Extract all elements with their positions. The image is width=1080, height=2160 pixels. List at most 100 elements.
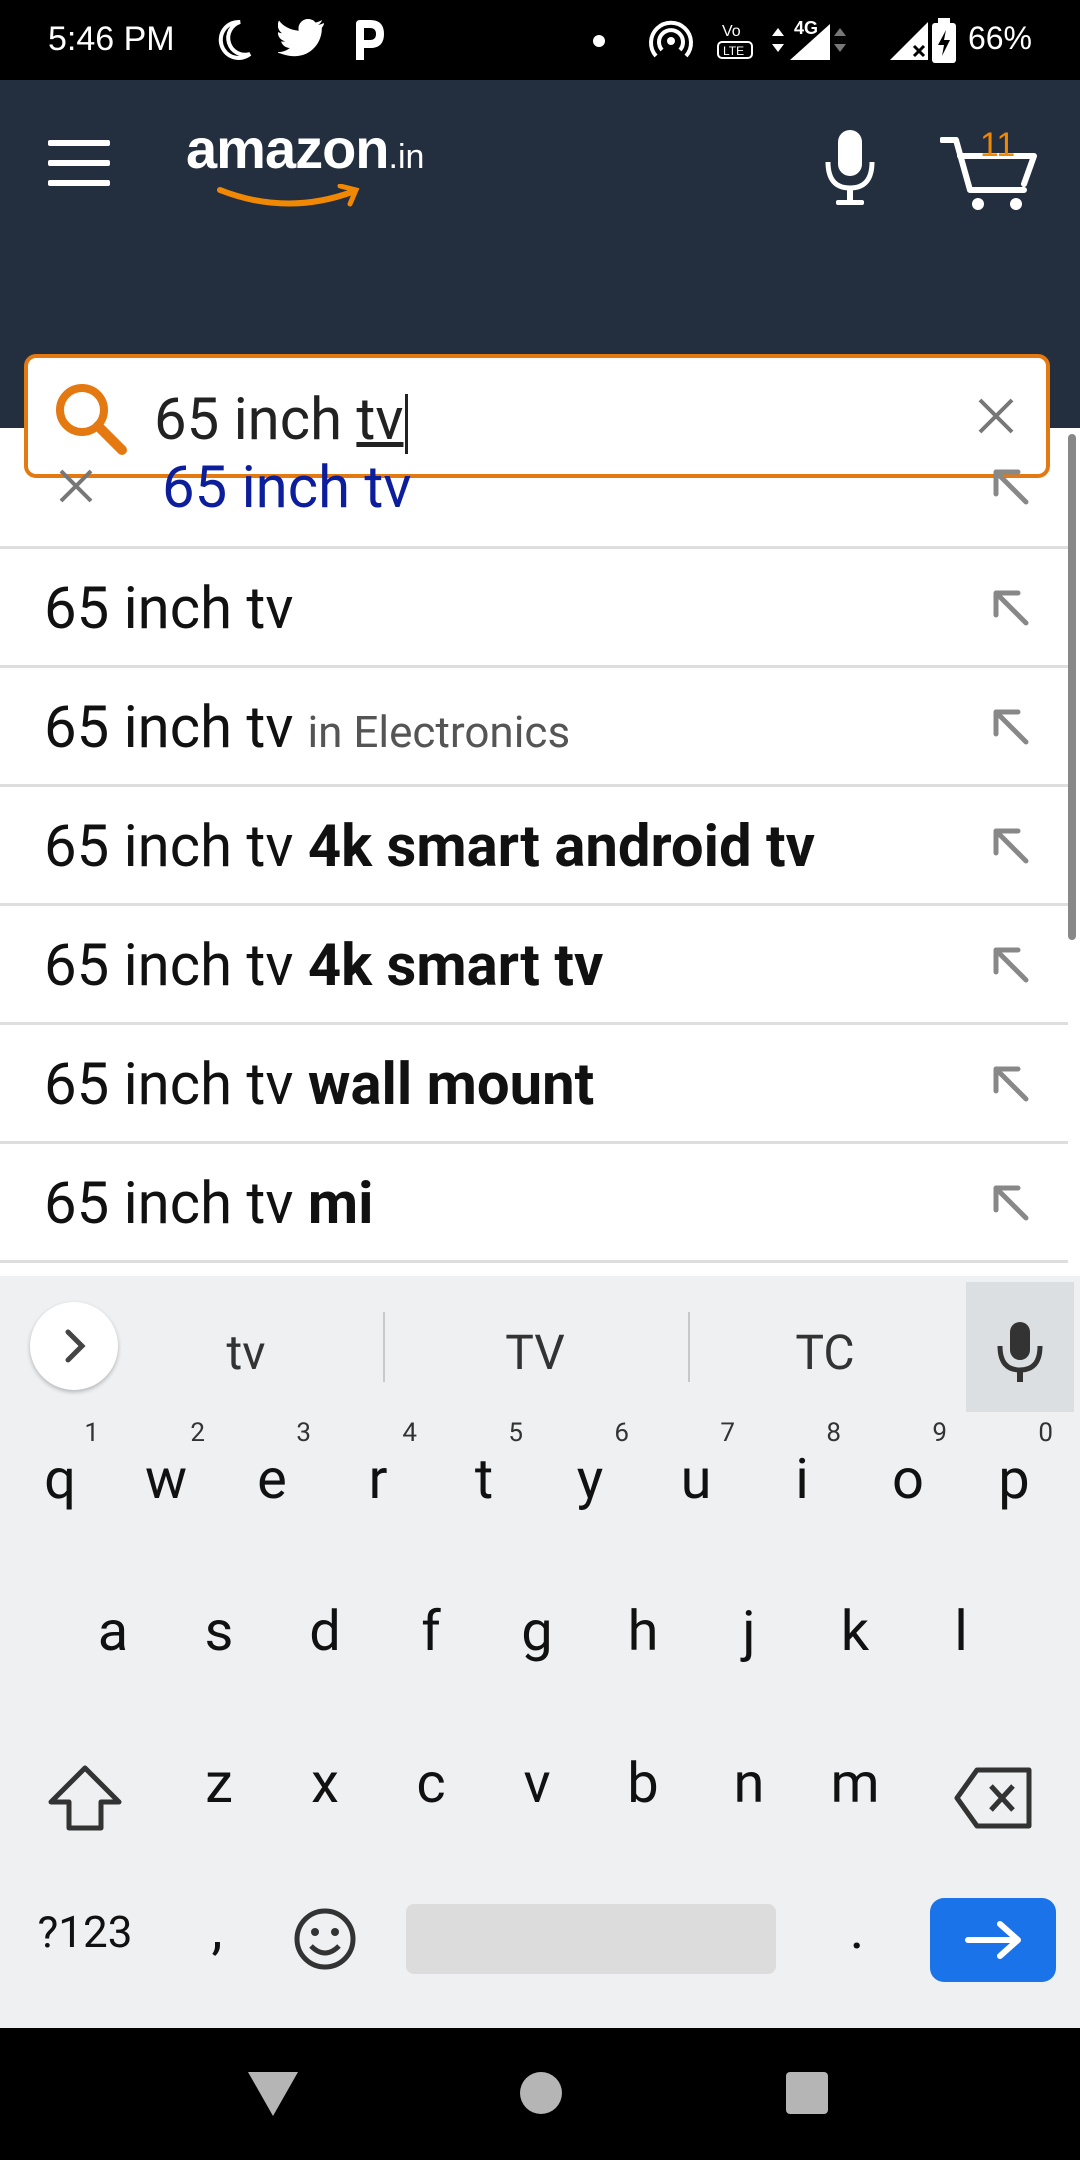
keyboard-voice-button[interactable] [966, 1282, 1074, 1412]
suggestion-text: 65 inch tv 4k smart tv [44, 932, 603, 1000]
suggestion-row[interactable]: 65 inch tv 4k smart tv [0, 906, 1068, 1025]
key-u[interactable]: u7 [651, 1418, 741, 1512]
arrow-up-left-icon [993, 590, 1029, 626]
keyboard-expand-button[interactable] [30, 1302, 118, 1390]
logo-text: amazon [186, 117, 389, 180]
emoji-icon [294, 1908, 356, 1970]
key-c[interactable]: c [386, 1750, 476, 1816]
back-triangle-icon [248, 2072, 298, 2116]
enter-key[interactable] [930, 1898, 1056, 1982]
emoji-key[interactable] [280, 1906, 370, 1986]
key-k[interactable]: k [810, 1598, 900, 1664]
space-bar[interactable] [406, 1904, 776, 1974]
word-suggestion[interactable]: tv [126, 1324, 366, 1381]
key-j[interactable]: j [704, 1598, 794, 1664]
key-n[interactable]: n [704, 1750, 794, 1816]
microphone-icon [997, 1322, 1043, 1382]
twitter-icon [275, 18, 326, 63]
menu-line [48, 140, 110, 146]
key-label: y [576, 1446, 604, 1512]
suggestion-prefix: 65 inch tv [44, 694, 294, 762]
back-button[interactable] [246, 2068, 300, 2124]
comma-key[interactable]: , [172, 1896, 262, 1962]
suggestion-row[interactable]: 65 inch tv mi [0, 1144, 1068, 1263]
period-key[interactable]: . [812, 1896, 902, 1962]
suggestion-prefix: 65 inch tv [44, 575, 294, 643]
key-hint: 7 [720, 1418, 735, 1448]
word-suggestion[interactable]: TC [705, 1324, 945, 1381]
remove-history-button[interactable] [58, 468, 94, 508]
key-y[interactable]: y6 [545, 1418, 635, 1512]
key-s[interactable]: s [174, 1598, 264, 1664]
shift-key[interactable] [40, 1764, 130, 1844]
svg-text:Vo: Vo [722, 23, 741, 40]
key-o[interactable]: o9 [863, 1418, 953, 1512]
key-q[interactable]: q1 [15, 1418, 105, 1512]
fill-query-button[interactable] [990, 466, 1030, 510]
key-hint: 0 [1038, 1418, 1053, 1448]
key-l[interactable]: l [916, 1598, 1006, 1664]
fill-query-button[interactable] [990, 1182, 1030, 1226]
suggestion-row[interactable]: 65 inch tv in Electronics [0, 668, 1068, 787]
cart-button[interactable]: 11 [939, 124, 1040, 214]
system-navigation-bar [0, 2028, 1080, 2160]
battery-icon [930, 18, 958, 69]
suggestion-row[interactable]: 65 inch tv [0, 549, 1068, 668]
key-z[interactable]: z [174, 1750, 264, 1816]
fill-query-button[interactable] [990, 944, 1030, 988]
home-button[interactable] [518, 2070, 564, 2120]
key-hint: 8 [826, 1418, 841, 1448]
arrow-up-left-icon [993, 1185, 1029, 1221]
key-t[interactable]: t5 [439, 1418, 529, 1512]
history-suggestion-row[interactable]: 65 inch tv [0, 428, 1068, 549]
suggestion-text: 65 inch tv in Electronics [44, 694, 570, 762]
suggestion-text: 65 inch tv [44, 575, 293, 643]
recents-button[interactable] [784, 2070, 830, 2120]
key-hint: 6 [614, 1418, 629, 1448]
key-label: o [892, 1446, 924, 1512]
key-v[interactable]: v [492, 1750, 582, 1816]
key-p[interactable]: p0 [969, 1418, 1059, 1512]
key-r[interactable]: r4 [333, 1418, 423, 1512]
status-bar: 5:46 PM Vo LTE 4G 66% [0, 0, 1080, 80]
amazon-logo[interactable]: amazon.in [186, 116, 446, 207]
key-g[interactable]: g [492, 1598, 582, 1664]
keyboard-suggestion-strip: tv TV TC [0, 1276, 1080, 1412]
key-x[interactable]: x [280, 1750, 370, 1816]
fill-query-button[interactable] [990, 706, 1030, 750]
suggestion-completion: 4k smart android tv [307, 813, 816, 881]
key-a[interactable]: a [68, 1598, 158, 1664]
backspace-key[interactable] [948, 1766, 1038, 1844]
word-suggestion[interactable]: TV [415, 1324, 655, 1381]
suggestion-text: 65 inch tv 4k smart android tv [44, 813, 815, 881]
suggestion-department: in Electronics [307, 706, 571, 758]
symbols-key[interactable]: ?123 [20, 1906, 150, 1958]
home-circle-icon [520, 2072, 562, 2114]
key-m[interactable]: m [810, 1750, 900, 1816]
suggestions-scrollbar[interactable] [1068, 434, 1076, 940]
key-i[interactable]: i8 [757, 1418, 847, 1512]
fill-query-button[interactable] [990, 825, 1030, 869]
suggestion-row[interactable]: 65 inch tv wall mount [0, 1025, 1068, 1144]
suggestion-row[interactable]: 65 inch tv 4k smart android tv [0, 787, 1068, 906]
fill-query-button[interactable] [990, 1063, 1030, 1107]
volte-icon: Vo LTE [716, 18, 756, 67]
voice-search-button[interactable] [820, 128, 880, 208]
key-label: i [795, 1446, 809, 1512]
key-label: w [144, 1446, 188, 1512]
arrow-up-left-icon [993, 469, 1029, 505]
key-e[interactable]: e3 [227, 1418, 317, 1512]
arrow-up-left-icon [993, 828, 1029, 864]
fill-query-button[interactable] [990, 587, 1030, 631]
recents-square-icon [786, 2072, 828, 2114]
key-w[interactable]: w2 [121, 1418, 211, 1512]
key-label: p [998, 1446, 1030, 1512]
status-time: 5:46 PM [48, 20, 175, 58]
arrow-up-left-icon [993, 709, 1029, 745]
arrow-up-left-icon [993, 1066, 1029, 1102]
key-f[interactable]: f [386, 1598, 476, 1664]
key-h[interactable]: h [598, 1598, 688, 1664]
key-b[interactable]: b [598, 1750, 688, 1816]
hamburger-menu-button[interactable] [48, 140, 118, 200]
key-d[interactable]: d [280, 1598, 370, 1664]
